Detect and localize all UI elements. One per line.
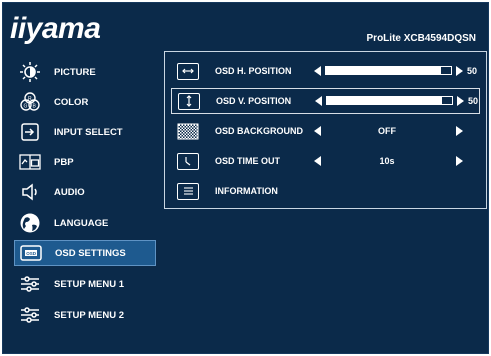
- previous-option-icon[interactable]: [314, 126, 321, 136]
- menu-item-language[interactable]: LANGUAGE: [14, 210, 156, 236]
- menu-item-setup-menu-2[interactable]: SETUP MENU 2: [14, 302, 156, 328]
- menu-item-label: SETUP MENU 2: [54, 309, 125, 321]
- row-information[interactable]: INFORMATION: [171, 178, 480, 204]
- menu-item-input-select[interactable]: INPUT SELECT: [14, 119, 156, 145]
- menu-item-label: PICTURE: [54, 66, 96, 78]
- decrease-arrow-icon[interactable]: [314, 66, 321, 76]
- row-value: 50: [467, 66, 478, 76]
- row-osd-background[interactable]: OSD BACKGROUND OFF: [171, 118, 480, 144]
- row-label: OSD V. POSITION: [216, 96, 292, 106]
- menu-item-osd-settings[interactable]: OSD OSD SETTINGS: [14, 240, 156, 266]
- row-value: 10s: [379, 156, 395, 166]
- input-icon: [18, 121, 42, 143]
- globe-icon: [18, 212, 42, 234]
- menu-item-label: COLOR: [54, 96, 89, 108]
- svg-text:B: B: [33, 104, 37, 110]
- sun-icon: [18, 61, 42, 83]
- osd-window: iiyama ProLite XCB4594DQSN PICTURE RGB C…: [2, 2, 489, 354]
- checker-icon: [177, 123, 199, 140]
- menu-item-color[interactable]: RGB COLOR: [14, 89, 156, 115]
- row-osd-h-position[interactable]: OSD H. POSITION 50: [171, 58, 480, 84]
- brand-logo: iiyama: [10, 12, 101, 45]
- menu-item-setup-menu-1[interactable]: SETUP MENU 1: [14, 271, 156, 297]
- next-option-icon[interactable]: [456, 126, 463, 136]
- row-label: OSD TIME OUT: [215, 156, 280, 166]
- menu-item-label: SETUP MENU 1: [54, 278, 125, 290]
- menu-item-audio[interactable]: AUDIO: [14, 179, 156, 205]
- h-position-slider[interactable]: [325, 66, 452, 75]
- row-label: INFORMATION: [215, 186, 278, 196]
- menu-item-label: LANGUAGE: [54, 217, 109, 229]
- menu-item-label: AUDIO: [54, 186, 85, 198]
- sliders-icon: [18, 304, 42, 326]
- model-name: ProLite XCB4594DQSN: [366, 33, 476, 44]
- horizontal-position-icon: [177, 62, 199, 80]
- osd-settings-panel: OSD H. POSITION 50 OSD V. POSITION 50 OS…: [164, 51, 487, 209]
- next-option-icon[interactable]: [456, 156, 463, 166]
- increase-arrow-icon[interactable]: [457, 96, 464, 106]
- row-label: OSD H. POSITION: [215, 66, 292, 76]
- menu-item-label: PBP: [54, 156, 74, 168]
- v-position-slider[interactable]: [326, 96, 453, 105]
- svg-text:OSD: OSD: [26, 251, 37, 256]
- row-label: OSD BACKGROUND: [215, 126, 304, 136]
- slider-fill: [326, 67, 441, 74]
- increase-arrow-icon[interactable]: [456, 66, 463, 76]
- svg-text:R: R: [28, 96, 32, 102]
- row-value: OFF: [378, 126, 396, 136]
- decrease-arrow-icon[interactable]: [315, 96, 322, 106]
- sliders-icon: [18, 273, 42, 295]
- previous-option-icon[interactable]: [314, 156, 321, 166]
- pbp-icon: [18, 151, 42, 173]
- menu-item-pbp[interactable]: PBP: [14, 149, 156, 175]
- slider-fill: [327, 97, 442, 104]
- list-icon: [177, 182, 199, 200]
- timer-icon: [177, 152, 199, 170]
- row-value: 50: [468, 96, 479, 106]
- row-osd-v-position[interactable]: OSD V. POSITION 50: [171, 88, 480, 114]
- row-osd-time-out[interactable]: OSD TIME OUT 10s: [171, 148, 480, 174]
- rgb-icon: RGB: [18, 91, 42, 113]
- osd-icon: OSD: [19, 242, 43, 264]
- menu-item-label: OSD SETTINGS: [55, 247, 126, 259]
- menu-item-label: INPUT SELECT: [54, 126, 123, 138]
- svg-text:G: G: [24, 104, 28, 110]
- menu-item-picture[interactable]: PICTURE: [14, 59, 156, 85]
- speaker-icon: [18, 181, 42, 203]
- vertical-position-icon: [178, 92, 200, 110]
